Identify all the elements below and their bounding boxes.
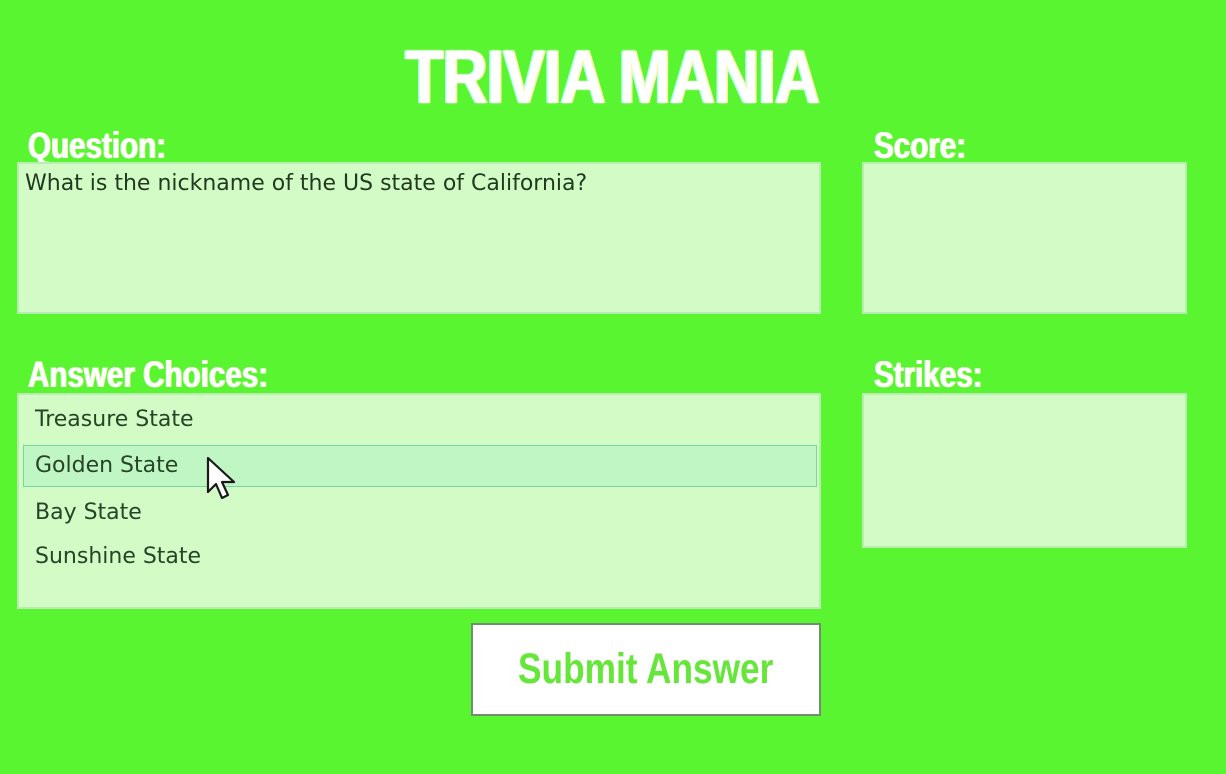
question-text: What is the nickname of the US state of … [25, 171, 588, 196]
submit-answer-label: Submit Answer [518, 645, 774, 693]
answer-option-sunshine-state[interactable]: Sunshine State [23, 536, 817, 578]
strikes-label: Strikes: [874, 354, 983, 395]
question-box: What is the nickname of the US state of … [17, 162, 821, 314]
answer-choices-list[interactable]: Treasure State Golden State Bay State Su… [17, 393, 821, 609]
mouse-pointer-icon [206, 456, 236, 500]
strikes-box [862, 393, 1187, 548]
answer-choices-label: Answer Choices: [28, 354, 269, 395]
answer-option-treasure-state[interactable]: Treasure State [23, 399, 817, 441]
question-label: Question: [28, 125, 167, 166]
answer-option-bay-state[interactable]: Bay State [23, 492, 817, 534]
submit-answer-button[interactable]: Submit Answer [471, 623, 821, 716]
answer-option-golden-state[interactable]: Golden State [23, 445, 817, 487]
score-label: Score: [874, 125, 967, 166]
score-box [862, 162, 1187, 314]
app-title: TRIVIA MANIA [405, 35, 820, 120]
